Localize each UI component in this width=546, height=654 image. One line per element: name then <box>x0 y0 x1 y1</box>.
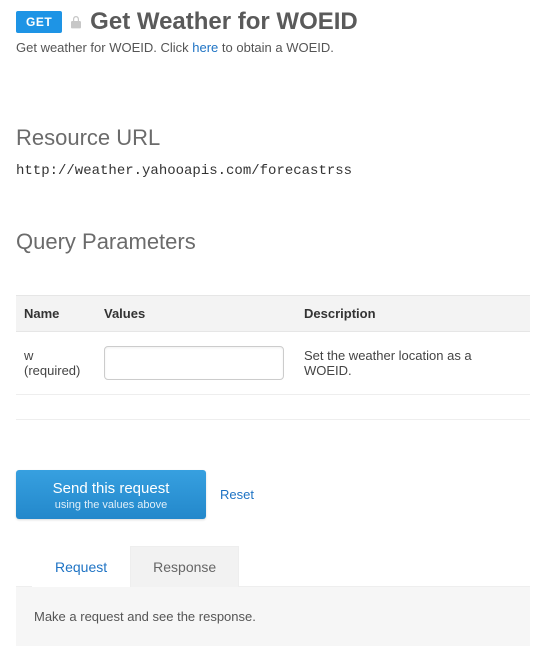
reset-link[interactable]: Reset <box>220 487 254 502</box>
description-prefix: Get weather for WOEID. Click <box>16 40 192 55</box>
resource-url-value: http://weather.yahooapis.com/forecastrss <box>16 163 530 179</box>
response-panel: Make a request and see the response. <box>16 587 530 646</box>
send-request-button[interactable]: Send this request using the values above <box>16 470 206 519</box>
param-w-input[interactable] <box>104 346 284 380</box>
column-description: Description <box>296 296 530 332</box>
send-button-secondary-label: using the values above <box>30 499 192 511</box>
description-suffix: to obtain a WOEID. <box>218 40 334 55</box>
param-name: w (required) <box>16 332 96 395</box>
tab-request[interactable]: Request <box>32 546 130 587</box>
obtain-woeid-link[interactable]: here <box>192 40 218 55</box>
actions-row: Send this request using the values above… <box>16 470 530 519</box>
param-value-cell <box>96 332 296 395</box>
column-values: Values <box>96 296 296 332</box>
tab-response[interactable]: Response <box>130 546 239 587</box>
response-placeholder-text: Make a request and see the response. <box>34 609 256 624</box>
page-description: Get weather for WOEID. Click here to obt… <box>16 40 530 55</box>
page-title: Get Weather for WOEID <box>90 8 358 36</box>
lock-icon <box>70 15 82 29</box>
divider <box>16 419 530 420</box>
page-header: GET Get Weather for WOEID <box>16 8 530 36</box>
param-description: Set the weather location as a WOEID. <box>296 332 530 395</box>
query-parameters-heading: Query Parameters <box>16 229 530 255</box>
http-method-badge: GET <box>16 11 62 33</box>
column-name: Name <box>16 296 96 332</box>
query-parameters-table: Name Values Description w (required) Set… <box>16 295 530 395</box>
table-row: w (required) Set the weather location as… <box>16 332 530 395</box>
resource-url-heading: Resource URL <box>16 125 530 151</box>
send-button-primary-label: Send this request <box>30 480 192 497</box>
tabs: Request Response <box>16 545 530 587</box>
